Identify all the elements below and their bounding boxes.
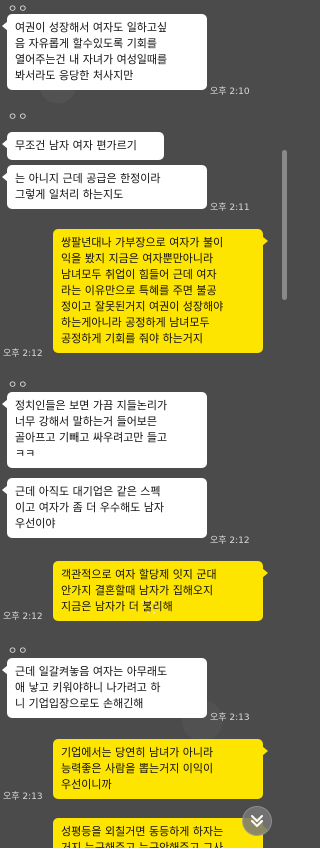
incoming-message[interactable]: 근데 일갈켜놓음 여자는 아무래도 애 낳고 키워야하니 나가려고 하 니 기업… — [2, 658, 207, 718]
incoming-message[interactable]: 무조건 남자 여자 편가르기 — [2, 132, 164, 160]
message-time: 오후 2:13 — [3, 792, 43, 802]
sender-name: ㅇㅇ — [8, 4, 29, 15]
message-time: 오후 2:12 — [3, 349, 43, 359]
sender-name: ㅇㅇ — [8, 112, 29, 123]
sender-name: ㅇㅇ — [8, 646, 29, 657]
message-time: 오후 2:12 — [210, 536, 250, 546]
sparkle-icon — [141, 599, 161, 614]
incoming-message[interactable]: 근데 아직도 대기업은 같은 스펙 이고 여자가 좀 더 우수해도 남자 우선이… — [2, 478, 207, 538]
sender-name: ㅇㅇ — [8, 380, 29, 391]
scroll-down-button[interactable] — [242, 806, 272, 836]
outgoing-message[interactable]: 성평등을 외칠거면 동등하게 하자는 거지 누구해주고 누구안해주고 그사 — [53, 818, 268, 848]
incoming-message[interactable]: 는 아니지 근데 공급은 한정이라 그렇게 일처리 하는지도 — [2, 165, 207, 209]
chevron-double-down-icon — [251, 815, 263, 827]
message-time: 오후 2:10 — [210, 87, 250, 97]
message-time: 오후 2:12 — [3, 612, 43, 622]
incoming-message[interactable]: 정치인들은 보면 가끔 지들논리가 너무 강해서 말하는거 들어보믄 골아프고 … — [2, 392, 207, 468]
outgoing-message[interactable]: 쌍팔년대나 가부장으로 여자가 불이 익을 봤지 지금은 여자뿐만아니라 남녀모… — [53, 229, 268, 353]
outgoing-message[interactable]: 기업에서는 당연히 남녀가 아니라 능력좋은 사람을 뽑는거지 이익이 우선이니… — [53, 739, 268, 799]
incoming-message[interactable]: 여권이 성장해서 여자도 일하고싶 음 자유롭게 할수있도록 기회를 열어주는건… — [2, 14, 207, 90]
scrollbar[interactable] — [282, 150, 287, 300]
message-time: 오후 2:13 — [210, 713, 250, 723]
message-time: 오후 2:11 — [210, 203, 250, 213]
